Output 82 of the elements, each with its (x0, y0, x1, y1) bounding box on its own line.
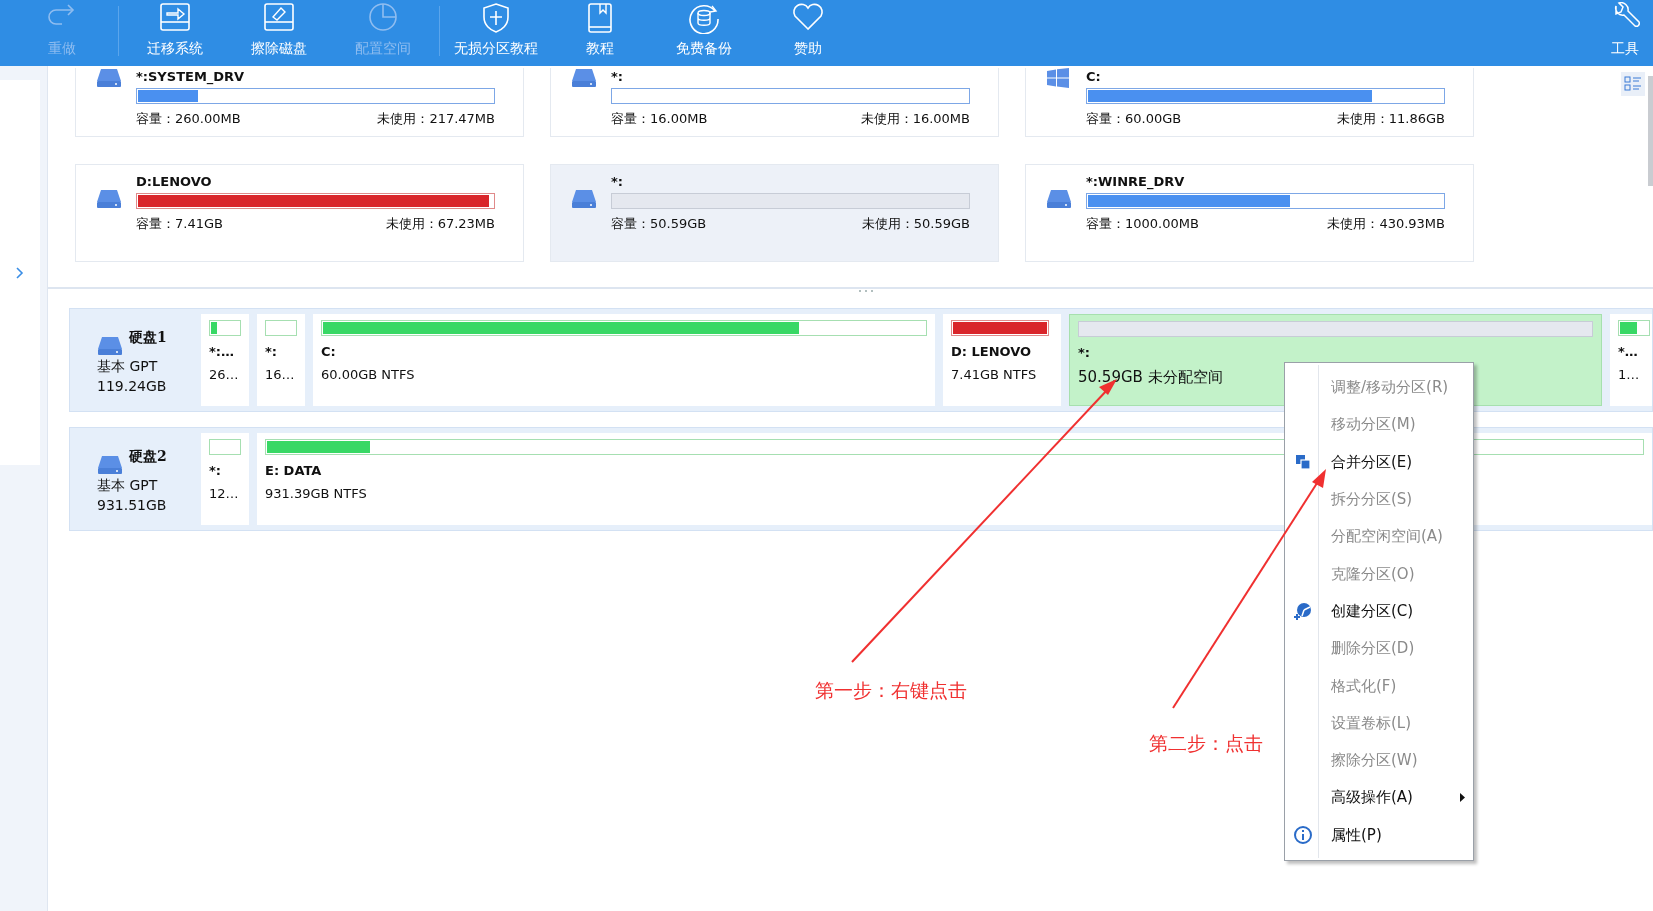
partition-label: C: (321, 344, 336, 359)
partition-block[interactable]: *… 1… (1610, 314, 1652, 406)
free-space-text: 未使用：11.86GB (1336, 110, 1445, 128)
partition-label: E: DATA (265, 463, 322, 478)
menu-item[interactable]: 合并分区(E) (1285, 443, 1473, 481)
usage-bar (209, 439, 241, 455)
partition-card[interactable]: *: 容量：50.59GB 未使用：50.59GB (550, 164, 999, 262)
scrollbar[interactable] (1648, 76, 1653, 186)
heart-icon (791, 2, 825, 32)
partition-name: *:SYSTEM_DRV (136, 68, 246, 86)
capacity-text: 容量：7.41GB (136, 215, 223, 233)
partition-block[interactable]: *: 12… (201, 433, 249, 525)
usage-bar (265, 320, 297, 336)
disk-type: 基本 GPT (97, 358, 159, 376)
partition-label: *… (1618, 344, 1638, 359)
drive-eraser-icon (262, 2, 296, 32)
book-icon (586, 2, 614, 34)
drive-icon (571, 189, 597, 209)
partition-info: 12… (209, 486, 239, 501)
drive-icon (96, 68, 122, 88)
drive-icon (96, 189, 122, 209)
partition-name: *:WINRE_DRV (1086, 173, 1186, 191)
capacity-text: 容量：1000.00MB (1086, 215, 1199, 233)
database-backup-icon (687, 2, 721, 34)
submenu-arrow-icon (1460, 793, 1465, 803)
partition-info: 50.59GB 未分配空间 (1078, 368, 1223, 387)
annotation-text: 第二步：点击 (1149, 731, 1263, 756)
free-space-text: 未使用：50.59GB (861, 215, 970, 233)
partition-label: *: (1078, 345, 1090, 360)
partition-name: C: (1086, 68, 1102, 86)
partition-card[interactable]: C: 容量：60.00GB 未使用：11.86GB (1025, 68, 1474, 137)
info-icon (1294, 826, 1312, 845)
partition-info: 931.39GB NTFS (265, 486, 367, 501)
partition-block[interactable]: *:… 26… (201, 314, 249, 406)
partition-info: 26… (209, 367, 239, 382)
annotation-text: 第一步：右键点击 (815, 678, 967, 703)
drive-icon (1046, 189, 1072, 209)
disk-size: 119.24GB (97, 378, 168, 394)
capacity-text: 容量：50.59GB (611, 215, 707, 233)
free-space-text: 未使用：16.00MB (860, 110, 970, 128)
shield-plus-icon (481, 2, 511, 34)
partition-card[interactable]: D:LENOVO 容量：7.41GB 未使用：67.23MB (75, 164, 524, 262)
free-space-text: 未使用：430.93MB (1327, 215, 1445, 233)
disc-plus-icon (1294, 602, 1312, 621)
chevron-right-icon[interactable] (16, 266, 24, 279)
list-view-icon[interactable] (1621, 72, 1645, 96)
partition-label: *: (209, 463, 221, 478)
merge-icon (1295, 454, 1311, 471)
pie-chart-icon (367, 2, 399, 32)
disk-type: 基本 GPT (97, 477, 159, 495)
partition-label: D: LENOVO (951, 344, 1032, 359)
drive-icon (97, 336, 123, 356)
partition-block[interactable]: C: 60.00GB NTFS (313, 314, 935, 406)
free-space-text: 未使用：67.23MB (385, 215, 495, 233)
drive-icon (571, 68, 597, 88)
partition-info: 60.00GB NTFS (321, 367, 415, 382)
partition-info: 7.41GB NTFS (951, 367, 1037, 382)
partition-card[interactable]: *:WINRE_DRV 容量：1000.00MB 未使用：430.93MB (1025, 164, 1474, 262)
partition-info: 16… (265, 367, 295, 382)
windows-logo-icon (1046, 68, 1070, 88)
capacity-text: 容量：260.00MB (136, 110, 241, 128)
partition-name: *: (611, 173, 624, 191)
partition-info: 1… (1618, 367, 1640, 382)
splitter-handle-icon[interactable] (858, 289, 874, 293)
capacity-text: 容量：60.00GB (1086, 110, 1182, 128)
drive-icon (97, 455, 123, 475)
partition-block[interactable]: *: 16… (257, 314, 305, 406)
menu-item[interactable]: 属性(P) (1285, 816, 1473, 854)
partition-label: *: (265, 344, 277, 359)
capacity-text: 容量：16.00MB (611, 110, 708, 128)
menu-item[interactable]: 高级操作(A) (1285, 779, 1473, 817)
partition-card[interactable]: *:SYSTEM_DRV 容量：260.00MB 未使用：217.47MB (75, 68, 524, 137)
partition-name: *: (611, 68, 624, 86)
free-space-text: 未使用：217.47MB (377, 110, 495, 128)
partition-label: *:… (209, 344, 234, 359)
partition-block[interactable]: D: LENOVO 7.41GB NTFS (943, 314, 1061, 406)
partition-name: D:LENOVO (136, 173, 213, 191)
disk-size: 931.51GB (97, 497, 168, 513)
disk-name: 硬盘1 (129, 329, 168, 347)
menu-item[interactable]: 创建分区(C) (1285, 592, 1473, 631)
disk-name: 硬盘2 (129, 448, 168, 466)
partition-card[interactable]: *: 容量：16.00MB 未使用：16.00MB (550, 68, 999, 137)
